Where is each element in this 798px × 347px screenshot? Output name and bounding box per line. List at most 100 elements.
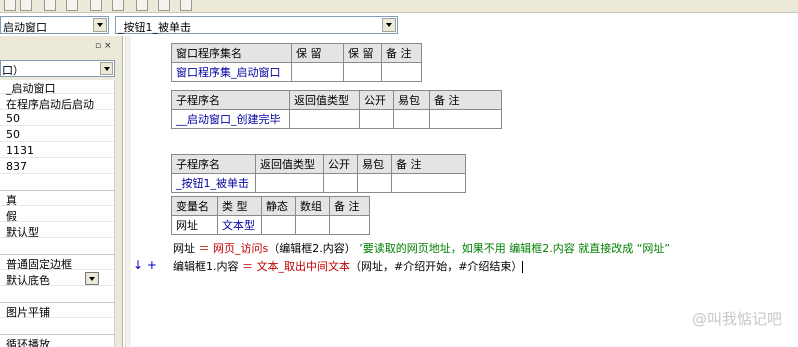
variable-table: 变量名 类 型 静态 数组 备 注 网址 文本型: [171, 196, 370, 235]
watermark: @叫我惦记吧: [691, 310, 782, 328]
prop-value: 在程序启动后启动: [6, 98, 94, 111]
chevron-down-icon[interactable]: [100, 62, 113, 75]
code-token-var: 编辑框1.内容: [173, 260, 239, 273]
sub-cell[interactable]: [391, 173, 466, 193]
code-token-comment: ’要读取的网页地址，如果不用 编辑框2.内容 就直接改成 “网址”: [355, 242, 671, 255]
sub-header-remark: 备 注: [429, 90, 502, 110]
same-size-icon[interactable]: [180, 0, 192, 11]
prop-width[interactable]: 1131: [0, 144, 114, 158]
assembly-table: 窗口程序集名 保 留 保 留 备 注 窗口程序集_启动窗口: [171, 43, 422, 82]
assembly-cell[interactable]: [381, 62, 422, 82]
align-center-icon[interactable]: [20, 0, 32, 11]
prop-value: 1131: [6, 144, 34, 157]
code-line-1[interactable]: 网址 ＝ 网页_访问s（编辑框2.内容） ’要读取的网页地址，如果不用 编辑框2…: [173, 240, 670, 256]
same-width-icon[interactable]: [136, 0, 148, 11]
method-select-value: _按钮1_被单击: [118, 21, 191, 34]
prop-value: 50: [6, 112, 20, 125]
sub-header-easy: 易包: [393, 90, 430, 110]
align-bottom-icon[interactable]: [112, 0, 124, 11]
sub-cell[interactable]: [357, 173, 392, 193]
sub-cell[interactable]: [289, 109, 360, 129]
prop-visible[interactable]: 真: [0, 192, 114, 207]
code-editor[interactable]: 窗口程序集名 保 留 保 留 备 注 窗口程序集_启动窗口 子程序名 返回值类型…: [131, 36, 798, 347]
sub-header-public: 公开: [323, 154, 358, 174]
align-toolbar: [0, 0, 798, 13]
sub-cell[interactable]: [255, 173, 324, 193]
prop-divider: [0, 334, 114, 335]
chevron-down-icon[interactable]: [93, 18, 107, 32]
var-header-static: 静态: [261, 196, 296, 216]
prop-disabled[interactable]: 假: [0, 208, 114, 223]
sub-cell[interactable]: [429, 109, 502, 129]
prop-cursor[interactable]: 默认型: [0, 224, 114, 239]
sub-header-easy: 易包: [357, 154, 392, 174]
component-type-value: 口）: [2, 64, 24, 77]
sub-header-return: 返回值类型: [255, 154, 324, 174]
code-token-func: 文本_取出中间文本: [256, 260, 351, 273]
sub-header-remark: 备 注: [391, 154, 466, 174]
var-name-cell[interactable]: 网址: [171, 215, 218, 235]
chevron-down-icon[interactable]: [85, 272, 99, 285]
align-middle-icon[interactable]: [90, 0, 102, 11]
code-token-func: 网页_访问s: [213, 242, 269, 255]
sub-cell[interactable]: [393, 109, 430, 129]
chevron-down-icon[interactable]: [382, 18, 396, 32]
prop-value: 默认底色: [6, 274, 50, 287]
var-header-remark: 备 注: [329, 196, 370, 216]
prop-left[interactable]: 50: [0, 112, 114, 126]
assembly-cell[interactable]: [291, 62, 344, 82]
assembly-header-reserved: 保 留: [291, 43, 344, 63]
code-token-args: （网址，#介绍开始，#介绍结束）: [350, 260, 523, 273]
prop-divider: [0, 302, 114, 303]
sub-header-public: 公开: [359, 90, 394, 110]
prop-name[interactable]: _启动窗口: [0, 80, 114, 95]
sub-name-cell[interactable]: _按钮1_被单击: [171, 173, 256, 193]
sub-cell[interactable]: [323, 173, 358, 193]
code-line-2[interactable]: 编辑框1.内容 ＝ 文本_取出中间文本（网址，#介绍开始，#介绍结束）: [173, 258, 524, 274]
var-cell[interactable]: [295, 215, 330, 235]
sub-table-click: 子程序名 返回值类型 公开 易包 备 注 _按钮1_被单击: [171, 154, 466, 193]
var-header-name: 变量名: [171, 196, 218, 216]
prop-background-color[interactable]: 默认底色: [0, 272, 114, 287]
prop-background-mode[interactable]: 图片平铺: [0, 304, 114, 319]
prop-border[interactable]: 普通固定边框: [0, 256, 114, 271]
align-left-icon[interactable]: [4, 0, 16, 11]
assembly-cell[interactable]: [343, 62, 382, 82]
code-token-op: ＝: [195, 242, 213, 255]
var-cell[interactable]: [261, 215, 296, 235]
var-header-type: 类 型: [217, 196, 262, 216]
prop-music-mode[interactable]: 循环播放: [0, 336, 114, 347]
code-token-args: （编辑框2.内容）: [268, 242, 356, 255]
sub-header-name: 子程序名: [171, 154, 256, 174]
object-select-value: 启动窗口: [3, 21, 47, 34]
prop-value: 837: [6, 160, 27, 173]
assembly-name-cell[interactable]: 窗口程序集_启动窗口: [171, 62, 292, 82]
panel-controls[interactable]: ▫ ×: [95, 41, 112, 51]
align-right-icon[interactable]: [44, 0, 56, 11]
code-gutter-markers[interactable]: ↓ +: [133, 258, 157, 272]
var-type-cell[interactable]: 文本型: [217, 215, 262, 235]
prop-value: _启动窗口: [6, 82, 56, 95]
component-type-select[interactable]: 口）: [0, 60, 115, 77]
assembly-header-name: 窗口程序集名: [171, 43, 292, 63]
object-select[interactable]: 启动窗口: [0, 16, 109, 34]
align-top-icon[interactable]: [66, 0, 78, 11]
prop-value: 普通固定边框: [6, 258, 72, 271]
prop-height[interactable]: 837: [0, 160, 114, 174]
sub-cell[interactable]: [359, 109, 394, 129]
same-height-icon[interactable]: [158, 0, 170, 11]
method-select[interactable]: _按钮1_被单击: [115, 16, 398, 34]
sub-header-return: 返回值类型: [289, 90, 360, 110]
prop-value: 默认型: [6, 226, 39, 239]
property-list: _启动窗口 在程序启动后启动 50 50 1131 837 真 假 默认型 普通…: [0, 80, 115, 347]
prop-startup[interactable]: 在程序启动后启动: [0, 96, 114, 111]
var-cell[interactable]: [329, 215, 370, 235]
prop-divider: [0, 190, 114, 191]
prop-top[interactable]: 50: [0, 128, 114, 142]
prop-value: 真: [6, 194, 17, 207]
code-token-op: ＝: [238, 260, 257, 273]
assembly-header-reserved: 保 留: [343, 43, 382, 63]
prop-divider: [0, 254, 114, 255]
property-panel-titlebar: ▫ ×: [0, 40, 112, 53]
sub-name-cell[interactable]: __启动窗口_创建完毕: [171, 109, 290, 129]
